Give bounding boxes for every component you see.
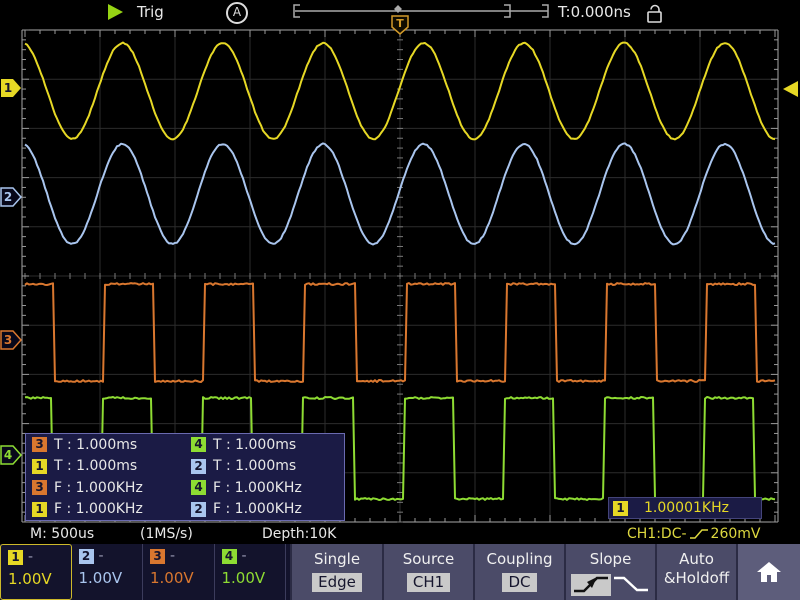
button-value: Edge <box>312 573 362 592</box>
ch1-badge: 1 <box>32 459 47 474</box>
coupling-dash: - <box>170 548 175 564</box>
channel-3-scale: 1.00V <box>150 569 214 587</box>
measurement-value: F : 1.000KHz <box>213 480 302 496</box>
channel-4-box[interactable]: 4- 1.00V <box>215 544 287 600</box>
unlock-icon <box>644 2 664 24</box>
bottom-menu: 1- 1.00V 2- 1.00V 3- 1.00V 4- 1.00V Sing… <box>0 544 800 600</box>
measurement-value: F : 1.000KHz <box>213 501 302 517</box>
trigger-source-button[interactable]: Source CH1 <box>382 544 473 600</box>
ch3-trace <box>25 283 775 382</box>
measurement-value: F : 1.000KHz <box>54 501 143 517</box>
ch1-badge: 1 <box>613 501 628 516</box>
memory-bar-left-bracket <box>294 5 300 17</box>
measurement-overlay: 3 T : 1.000ms 4 T : 1.000ms 1 T : 1.000ms 2… <box>25 433 345 521</box>
button-label: &Holdoff <box>664 569 729 588</box>
memory-bar-window-bracket <box>504 5 510 17</box>
memory-bar-position-marker[interactable] <box>394 5 402 13</box>
ch2-trace <box>25 143 775 244</box>
button-label: Single <box>314 550 360 569</box>
ch2-marker-label: 2 <box>4 190 12 204</box>
oscilloscope-screen: 1 2 3 4 T Trig A T:0.000ns 3 T : 1.000ms 4 T :… <box>0 0 800 600</box>
ch3-position-marker[interactable] <box>1 331 21 349</box>
ch4-badge: 4 <box>191 437 206 452</box>
rising-edge-icon <box>689 528 709 540</box>
home-icon <box>755 559 783 585</box>
memory-bar-right-bracket <box>542 5 548 17</box>
trigger-coupling-button[interactable]: Coupling DC <box>473 544 564 600</box>
timebase-readout: M: 500us <box>30 526 94 542</box>
trigger-type-button[interactable]: Single Edge <box>290 544 382 600</box>
trigger-source-coupling: CH1:DC- <box>627 526 687 542</box>
ch4-marker-label: 4 <box>4 448 12 462</box>
ch4-position-marker[interactable] <box>1 446 21 464</box>
trigger-position-marker[interactable] <box>392 16 408 34</box>
trigger-slope-button[interactable]: Slope <box>564 544 655 600</box>
button-value: CH1 <box>407 573 450 592</box>
button-value: DC <box>502 573 536 592</box>
memory-depth-readout: Depth:10K <box>262 526 336 542</box>
channel-1-box[interactable]: 1- 1.00V <box>0 544 72 600</box>
ch2-badge: 2 <box>79 549 94 564</box>
ch3-badge: 3 <box>32 480 47 495</box>
measurement-value: T : 1.000ms <box>54 437 137 453</box>
ch3-badge: 3 <box>150 549 165 564</box>
trigger-level-value: 260mV <box>711 526 761 542</box>
frequency-counter-value: 1.00001KHz <box>644 500 729 516</box>
ch2-badge: 2 <box>191 459 206 474</box>
measurement-value: F : 1.000KHz <box>54 480 143 496</box>
measurement-row: 3 T : 1.000ms 4 T : 1.000ms <box>26 434 344 456</box>
channel-status-area: 1- 1.00V 2- 1.00V 3- 1.00V 4- 1.00V <box>0 544 290 600</box>
ch3-badge: 3 <box>32 437 47 452</box>
channel-1-scale: 1.00V <box>8 570 71 588</box>
measurement-row: 1 F : 1.000KHz 2 F : 1.000KHz <box>26 499 344 521</box>
horizontal-position-readout: T:0.000ns <box>558 3 631 21</box>
channel-2-scale: 1.00V <box>79 569 143 587</box>
auto-trigger-mode-icon: A <box>226 2 248 24</box>
ch1-badge: 1 <box>8 550 23 565</box>
measurement-value: T : 1.000ms <box>54 458 137 474</box>
ch1-position-marker[interactable] <box>1 79 21 97</box>
falling-slope-icon[interactable] <box>611 572 651 598</box>
coupling-dash: - <box>99 548 104 564</box>
button-label: Auto <box>679 550 714 569</box>
ch1-trace <box>25 43 775 140</box>
button-label: Source <box>403 550 455 569</box>
auto-holdoff-button[interactable]: Auto &Holdoff <box>655 544 736 600</box>
button-label: Coupling <box>486 550 552 569</box>
measurement-row: 3 F : 1.000KHz 4 F : 1.000KHz <box>26 477 344 499</box>
coupling-dash: - <box>28 549 33 565</box>
channel-3-box[interactable]: 3- 1.00V <box>143 544 215 600</box>
ch4-badge: 4 <box>191 480 206 495</box>
measurement-row: 1 T : 1.000ms 2 T : 1.000ms <box>26 456 344 478</box>
trigger-level-marker[interactable] <box>783 81 798 97</box>
ch3-marker-label: 3 <box>4 333 12 347</box>
ch1-badge: 1 <box>32 502 47 517</box>
trigger-position-label: T <box>396 17 404 30</box>
channel-4-scale: 1.00V <box>222 569 286 587</box>
channel-2-box[interactable]: 2- 1.00V <box>72 544 144 600</box>
frequency-counter: 1 1.00001KHz <box>608 497 762 519</box>
button-label: Slope <box>590 550 632 569</box>
ch1-marker-label: 1 <box>4 81 12 95</box>
ch2-badge: 2 <box>191 502 206 517</box>
ch2-position-marker[interactable] <box>1 188 21 206</box>
trig-label: Trig <box>137 3 164 21</box>
measurement-value: T : 1.000ms <box>213 437 296 453</box>
sample-rate-readout: (1MS/s) <box>140 526 193 542</box>
ch4-badge: 4 <box>222 549 237 564</box>
run-state-play-icon <box>108 4 123 20</box>
trigger-status-readout: CH1:DC- 260mV <box>627 526 760 542</box>
measurement-value: T : 1.000ms <box>213 458 296 474</box>
coupling-dash: - <box>242 548 247 564</box>
home-button[interactable] <box>736 544 800 600</box>
rising-slope-icon-selected[interactable] <box>571 574 611 596</box>
